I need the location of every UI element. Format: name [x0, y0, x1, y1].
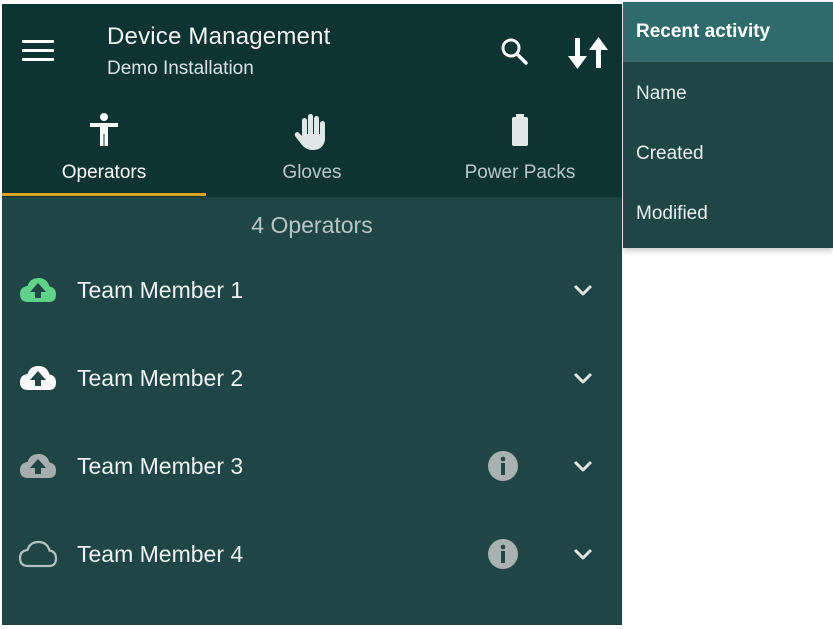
menu-bar-top: [22, 40, 54, 43]
tab-operators[interactable]: Operators: [2, 104, 206, 197]
chevron-down-icon[interactable]: [572, 368, 594, 388]
tab-label: Gloves: [282, 162, 342, 183]
tab-label: Power Packs: [464, 162, 576, 183]
battery-icon: [512, 114, 528, 146]
tab-gloves[interactable]: Gloves: [210, 104, 414, 197]
sort-icon: [568, 37, 608, 69]
sort-option-modified[interactable]: Modified: [623, 184, 833, 244]
operator-name: Team Member 2: [77, 365, 244, 391]
tab-power-packs[interactable]: Power Packs: [418, 104, 622, 197]
app-bar: Device Management Demo Installation Oper…: [2, 4, 622, 197]
cloud-outline-icon: [19, 540, 57, 568]
sort-option-label: Created: [636, 143, 704, 164]
menu-bar-middle: [22, 49, 54, 52]
chevron-down-icon[interactable]: [572, 456, 594, 476]
chevron-down-icon[interactable]: [572, 544, 594, 564]
operator-name: Team Member 3: [77, 453, 244, 479]
tab-label: Operators: [61, 162, 147, 183]
operator-count: 4 Operators: [251, 212, 373, 238]
sort-option-name[interactable]: Name: [623, 64, 833, 124]
sort-option-label: Name: [636, 83, 687, 104]
info-icon[interactable]: [487, 450, 519, 482]
installation-subtitle: Demo Installation: [107, 58, 254, 79]
sort-option-recent-activity[interactable]: Recent activity: [623, 2, 833, 62]
sort-option-created[interactable]: Created: [623, 124, 833, 184]
list-item[interactable]: Team Member 3: [2, 422, 622, 510]
sort-menu: Recent activity Name Created Modified: [623, 2, 833, 248]
cloud-upload-icon: [20, 366, 56, 390]
menu-bar-bottom: [22, 58, 54, 61]
search-button[interactable]: [499, 36, 529, 66]
info-icon[interactable]: [487, 538, 519, 570]
active-tab-indicator: [2, 193, 206, 196]
list-item[interactable]: Team Member 1: [2, 246, 622, 334]
list-item[interactable]: Team Member 2: [2, 334, 622, 422]
list-item[interactable]: Team Member 4: [2, 510, 622, 598]
cloud-upload-icon: [20, 454, 56, 478]
sort-option-label: Modified: [636, 203, 708, 224]
operator-name: Team Member 1: [77, 277, 244, 303]
person-icon: [90, 113, 118, 146]
sort-menu-header-label: Recent activity: [636, 21, 771, 42]
chevron-down-icon[interactable]: [572, 280, 594, 300]
operator-name: Team Member 4: [77, 541, 244, 567]
search-icon: [501, 38, 528, 65]
cloud-upload-icon: [20, 278, 56, 302]
hand-icon: [294, 114, 325, 150]
sort-button[interactable]: [567, 34, 611, 72]
app-title: Device Management: [107, 23, 331, 50]
operators-screen: Device Management Demo Installation Oper…: [2, 4, 622, 625]
hamburger-menu-button[interactable]: [22, 38, 54, 64]
